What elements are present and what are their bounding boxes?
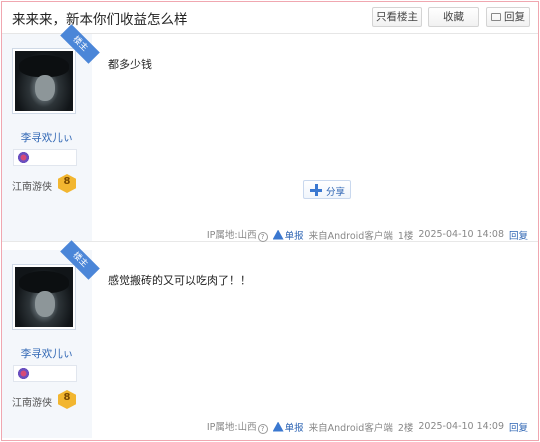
- medal-icon: [18, 368, 29, 379]
- post-floor-2: 楼主 李寻欢儿ぃ 江南游侠 8 感觉搬砖的又可以吃肉了！！ IP属地:山西? 单…: [2, 240, 538, 438]
- report-link[interactable]: 单报: [272, 420, 304, 434]
- question-icon[interactable]: ?: [257, 232, 268, 242]
- avatar[interactable]: [12, 48, 76, 114]
- post-content: 都多少钱: [108, 58, 152, 71]
- reply-button[interactable]: 回复: [486, 7, 530, 27]
- floor-number: 2楼: [397, 422, 414, 434]
- share-button[interactable]: 分享: [303, 180, 351, 199]
- post-source: 来自Android客户端: [308, 230, 393, 242]
- avatar-image: [15, 267, 73, 327]
- post-time: 2025-04-10 14:09: [418, 421, 504, 432]
- level-row: 江南游侠 8: [12, 390, 80, 410]
- avatar-image: [15, 51, 73, 111]
- author-sidebar: 楼主 李寻欢儿ぃ 江南游侠 8: [2, 240, 100, 438]
- post-floor-1: 楼主 李寻欢儿ぃ 江南游侠 8 都多少钱 分享 IP属地:山西? 单报 来自An…: [2, 24, 538, 242]
- floor-number: 1楼: [397, 230, 414, 242]
- medal-box: [13, 149, 77, 166]
- avatar[interactable]: [12, 264, 76, 330]
- post-meta: IP属地:山西? 单报 来自Android客户端 2楼 2025-04-10 1…: [202, 419, 528, 434]
- reply-link[interactable]: 回复: [509, 420, 528, 434]
- reply-button-label: 回复: [504, 11, 525, 23]
- question-icon[interactable]: ?: [257, 424, 268, 434]
- reply-icon: [491, 13, 501, 21]
- thread-title: 来来来，新本你们收益怎么样: [12, 12, 188, 28]
- ip-location: IP属地:山西?: [207, 419, 268, 434]
- username-link[interactable]: 李寻欢儿ぃ: [2, 130, 92, 145]
- level-badge-icon: 8: [58, 174, 76, 193]
- reply-link[interactable]: 回复: [509, 228, 528, 242]
- only-host-button[interactable]: 只看楼主: [372, 7, 422, 27]
- level-name: 江南游侠: [12, 398, 52, 409]
- medal-icon: [18, 152, 29, 163]
- report-icon: [272, 229, 284, 240]
- thread-header: 来来来，新本你们收益怎么样 只看楼主 收藏 回复: [2, 2, 538, 34]
- post-content: 感觉搬砖的又可以吃肉了！！: [108, 274, 251, 287]
- username-link[interactable]: 李寻欢儿ぃ: [2, 346, 92, 361]
- share-label: 分享: [326, 187, 346, 198]
- share-plus-icon: [310, 184, 322, 196]
- post-time: 2025-04-10 14:08: [418, 229, 504, 240]
- favorite-button[interactable]: 收藏: [428, 7, 479, 27]
- level-badge-icon: 8: [58, 390, 76, 409]
- medal-box: [13, 365, 77, 382]
- report-link[interactable]: 单报: [272, 228, 304, 242]
- post-source: 来自Android客户端: [308, 422, 393, 434]
- level-row: 江南游侠 8: [12, 174, 80, 194]
- level-name: 江南游侠: [12, 182, 52, 193]
- ip-location: IP属地:山西?: [207, 227, 268, 242]
- report-icon: [272, 421, 284, 432]
- level-number: 8: [63, 392, 71, 403]
- author-sidebar: 楼主 李寻欢儿ぃ 江南游侠 8: [2, 24, 100, 241]
- post-meta: IP属地:山西? 单报 来自Android客户端 1楼 2025-04-10 1…: [202, 227, 528, 242]
- level-number: 8: [63, 176, 71, 187]
